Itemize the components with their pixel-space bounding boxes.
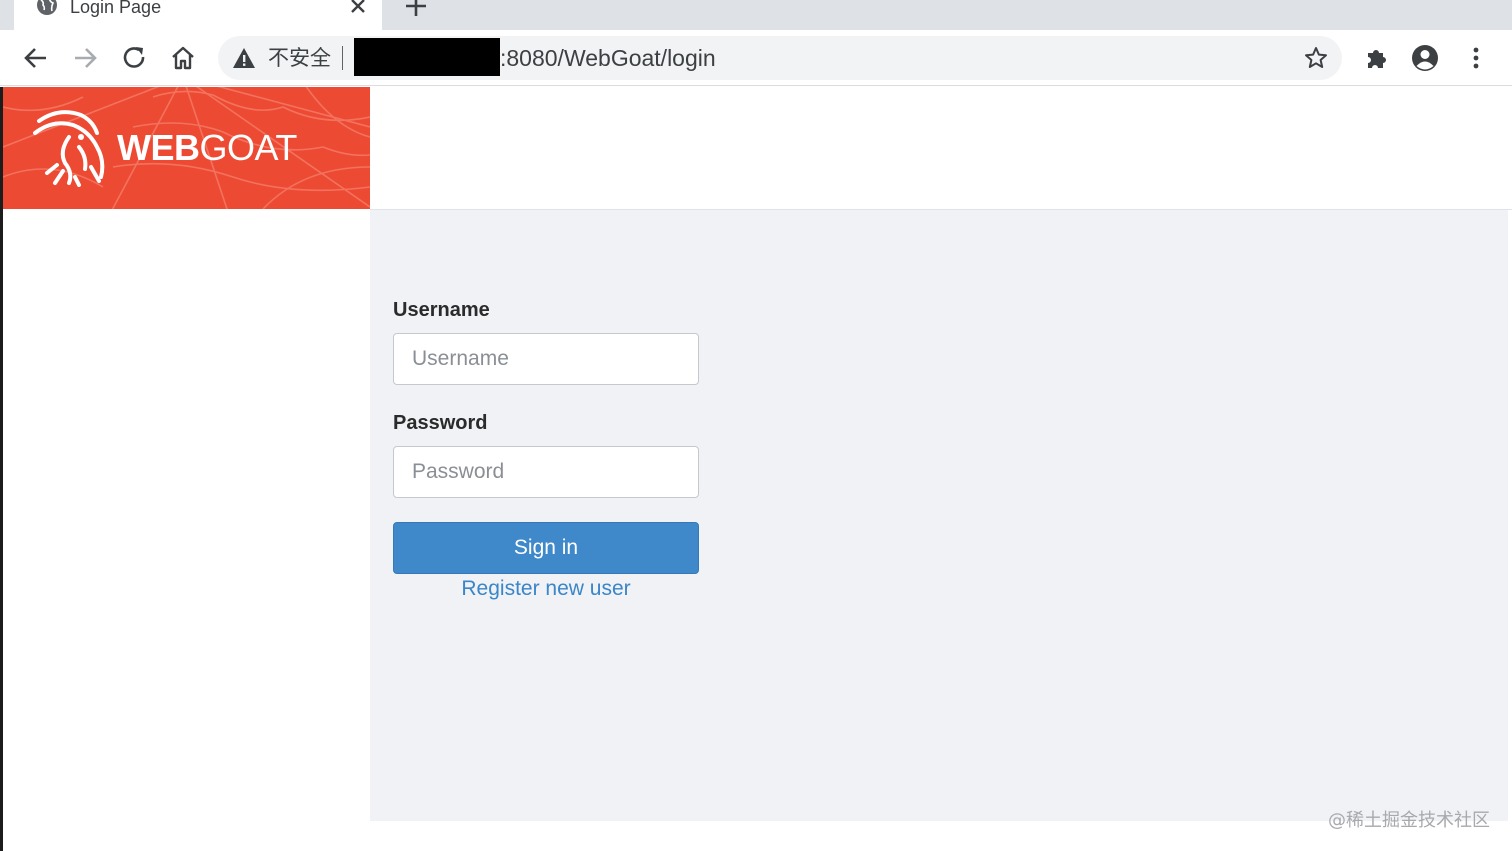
omnibox-divider bbox=[342, 46, 343, 70]
tab-strip: Login Page bbox=[0, 0, 1512, 30]
close-icon[interactable] bbox=[348, 0, 368, 16]
brand-name-regular: GOAT bbox=[199, 127, 298, 168]
password-label: Password bbox=[393, 412, 488, 434]
arrow-left-icon[interactable] bbox=[22, 44, 50, 72]
brand-name-bold: WEB bbox=[117, 127, 200, 168]
brand-name: WEBGOAT bbox=[117, 127, 297, 169]
tab-title: Login Page bbox=[70, 0, 162, 17]
username-input[interactable] bbox=[393, 333, 699, 385]
kebab-menu-icon[interactable] bbox=[1462, 44, 1490, 72]
url-text[interactable]: :8080/WebGoat/login bbox=[500, 44, 716, 72]
username-label: Username bbox=[393, 299, 490, 321]
globe-icon bbox=[37, 0, 57, 15]
register-new-user-link[interactable]: Register new user bbox=[393, 577, 699, 601]
webgoat-page: WEBGOAT Username Password Sign in Regist… bbox=[0, 87, 1512, 851]
star-icon[interactable] bbox=[1304, 46, 1328, 70]
tab-login-page[interactable]: Login Page bbox=[14, 0, 382, 30]
redacted-host bbox=[354, 38, 500, 76]
reload-icon[interactable] bbox=[120, 44, 148, 72]
sign-in-button[interactable]: Sign in bbox=[393, 522, 699, 574]
puzzle-icon[interactable] bbox=[1363, 44, 1391, 72]
watermark: @稀土掘金技术社区 bbox=[1328, 810, 1490, 831]
arrow-right-icon[interactable] bbox=[71, 44, 99, 72]
address-bar[interactable]: 不安全 :8080/WebGoat/login bbox=[218, 36, 1342, 80]
home-icon[interactable] bbox=[169, 44, 197, 72]
browser-toolbar: 不安全 :8080/WebGoat/login bbox=[0, 30, 1512, 86]
login-content: Username Password Sign in Register new u… bbox=[370, 210, 1508, 821]
browser-window: Login Page 不安全:8080/WebGoat/login WEBGO… bbox=[0, 0, 1512, 851]
warning-icon[interactable] bbox=[232, 47, 256, 69]
password-input[interactable] bbox=[393, 446, 699, 498]
account-icon[interactable] bbox=[1411, 44, 1439, 72]
goat-logo-icon bbox=[33, 110, 105, 187]
window-left-edge bbox=[0, 87, 3, 851]
security-status[interactable]: 不安全 bbox=[268, 45, 331, 71]
brand-header: WEBGOAT bbox=[3, 87, 370, 209]
plus-icon[interactable] bbox=[404, 0, 428, 18]
